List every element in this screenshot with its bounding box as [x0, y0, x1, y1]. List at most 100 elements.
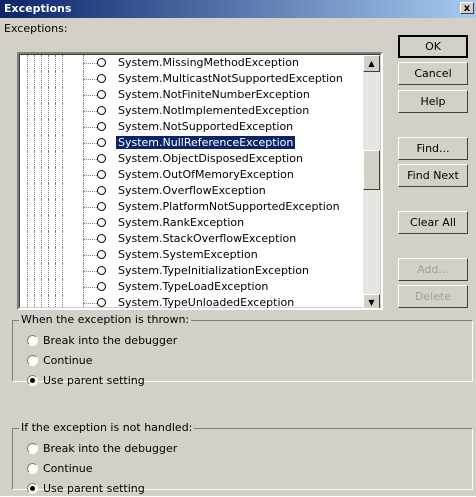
tree-item[interactable]: System.NotSupportedException: [20, 119, 368, 135]
tree-guide-line: [27, 87, 28, 103]
title-bar: Exceptions x: [0, 0, 476, 18]
tree-guide-line: [34, 55, 35, 71]
tree-item-label: System.TypeLoadException: [118, 280, 269, 293]
close-icon: x: [463, 3, 471, 14]
tree-guide-line: [41, 231, 42, 247]
exception-state-icon: [97, 218, 106, 227]
tree-guide-line: [34, 135, 35, 151]
tree-item[interactable]: System.MulticastNotSupportedException: [20, 71, 368, 87]
tree-item[interactable]: System.StackOverflowException: [20, 231, 368, 247]
help-button[interactable]: Help: [398, 90, 468, 113]
tree-item[interactable]: System.TypeUnloadedException: [20, 295, 368, 308]
radio-circle[interactable]: [27, 463, 38, 474]
tree-guide-line: [62, 183, 63, 199]
clear-all-button[interactable]: Clear All: [398, 211, 468, 234]
tree-guide-line: [55, 199, 56, 215]
vertical-scrollbar[interactable]: ▲ ▼: [363, 55, 380, 308]
find-button[interactable]: Find...: [398, 137, 468, 160]
tree-item[interactable]: System.NullReferenceException: [20, 135, 368, 151]
tree-connector-line: [83, 223, 97, 224]
tree-item[interactable]: System.NotImplementedException: [20, 103, 368, 119]
tree-guide-line: [62, 231, 63, 247]
delete-button[interactable]: Delete: [398, 285, 468, 308]
tree-guide-line: [41, 135, 42, 151]
tree-guide-line: [27, 231, 28, 247]
tree-guide-line: [55, 183, 56, 199]
exceptions-dialog: Exceptions x Exceptions: System.MissingM…: [0, 0, 476, 497]
radio-circle[interactable]: [27, 483, 38, 494]
exceptions-tree[interactable]: System.MissingMethodException System.Mult…: [17, 52, 383, 310]
add-button[interactable]: Add...: [398, 258, 468, 281]
tree-guide-line: [34, 263, 35, 279]
tree-guide-line: [27, 215, 28, 231]
tree-guide-line: [62, 71, 63, 87]
tree-guide-line: [55, 247, 56, 263]
tree-guide-line: [62, 215, 63, 231]
tree-item[interactable]: System.SystemException: [20, 247, 368, 263]
scroll-up-button[interactable]: ▲: [363, 55, 380, 72]
exception-state-icon: [97, 106, 106, 115]
exception-state-icon: [97, 250, 106, 259]
tree-guide-line: [27, 167, 28, 183]
radio-circle[interactable]: [27, 375, 38, 386]
tree-guide-line: [41, 55, 42, 71]
tree-guide-line: [41, 167, 42, 183]
tree-item[interactable]: System.NotFiniteNumberException: [20, 87, 368, 103]
scroll-thumb[interactable]: [363, 150, 380, 190]
tree-item-label: System.RankException: [118, 216, 245, 229]
tree-item[interactable]: System.TypeLoadException: [20, 279, 368, 295]
radio-circle[interactable]: [27, 443, 38, 454]
tree-guide-line: [55, 87, 56, 103]
tree-item[interactable]: System.OverflowException: [20, 183, 368, 199]
exception-state-icon: [97, 298, 106, 307]
tree-guide-line: [48, 71, 49, 87]
tree-guide-line: [41, 71, 42, 87]
tree-connector-line: [83, 79, 97, 80]
tree-guide-line: [55, 119, 56, 135]
tree-guide-line: [55, 295, 56, 308]
tree-guide-line: [34, 231, 35, 247]
tree-connector-line: [83, 63, 97, 64]
find-next-button[interactable]: Find Next: [398, 164, 468, 187]
tree-item-label: System.StackOverflowException: [118, 232, 297, 245]
radio-label: Use parent setting: [43, 482, 145, 495]
exception-state-icon: [97, 266, 106, 275]
ok-button[interactable]: OK: [398, 35, 468, 58]
tree-item-label: System.OverflowException: [118, 184, 266, 197]
up-arrow-icon: ▲: [368, 59, 375, 68]
tree-item-label: System.NullReferenceException: [116, 136, 296, 149]
tree-connector-line: [83, 127, 97, 128]
radio-label: Continue: [43, 354, 93, 367]
cancel-button[interactable]: Cancel: [398, 62, 468, 85]
radio-circle[interactable]: [27, 335, 38, 346]
tree-guide-line: [41, 215, 42, 231]
tree-connector-line: [83, 239, 97, 240]
exception-state-icon: [97, 122, 106, 131]
tree-guide-line: [34, 183, 35, 199]
tree-guide-line: [27, 119, 28, 135]
tree-connector-line: [83, 175, 97, 176]
radio-circle[interactable]: [27, 355, 38, 366]
exceptions-label: Exceptions:: [4, 22, 68, 35]
tree-guide-line: [48, 199, 49, 215]
tree-item[interactable]: System.OutOfMemoryException: [20, 167, 368, 183]
tree-guide-line: [62, 279, 63, 295]
tree-item-label: System.OutOfMemoryException: [118, 168, 294, 181]
unhandled-group-label: If the exception is not handled:: [19, 421, 195, 434]
tree-item[interactable]: System.TypeInitializationException: [20, 263, 368, 279]
tree-guide-line: [41, 183, 42, 199]
tree-connector-line: [83, 111, 97, 112]
tree-guide-line: [48, 55, 49, 71]
tree-item[interactable]: System.ObjectDisposedException: [20, 151, 368, 167]
tree-item-label: System.TypeInitializationException: [118, 264, 309, 277]
tree-guide-line: [41, 263, 42, 279]
scroll-down-button[interactable]: ▼: [363, 294, 380, 308]
close-button[interactable]: x: [460, 2, 474, 14]
tree-guide-line: [41, 119, 42, 135]
tree-item[interactable]: System.RankException: [20, 215, 368, 231]
tree-guide-line: [34, 199, 35, 215]
tree-item[interactable]: System.MissingMethodException: [20, 55, 368, 71]
tree-guide-line: [34, 247, 35, 263]
tree-item[interactable]: System.PlatformNotSupportedException: [20, 199, 368, 215]
tree-frame: System.MissingMethodException System.Mult…: [19, 54, 381, 308]
